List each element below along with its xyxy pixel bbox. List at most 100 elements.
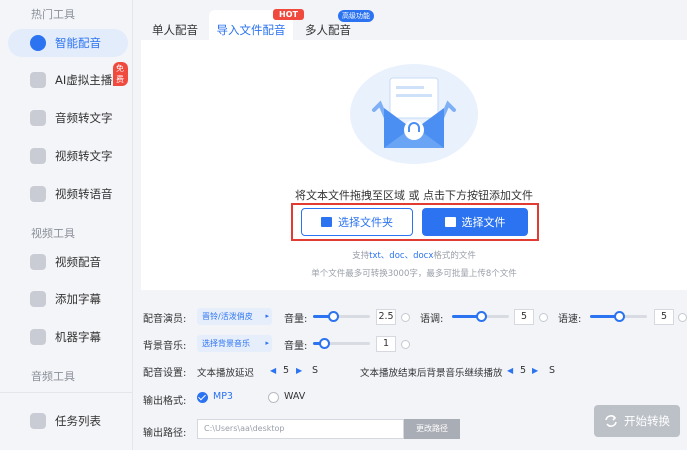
add-subtitle-icon — [30, 291, 46, 307]
choose-file-button[interactable]: 选择文件 — [422, 208, 528, 236]
volume-label: 音量: — [284, 314, 308, 325]
sidebar-item-smart-dubbing[interactable]: 智能配音 — [8, 29, 128, 57]
bgm-volume-value[interactable]: 1 — [376, 336, 396, 352]
machine-subtitle-icon — [30, 329, 46, 345]
volume-slider[interactable] — [313, 311, 370, 322]
sidebar: 热门工具 智能配音 AI虚拟主播 免费 音频转文字 视频转文字 视频转语音 视频… — [0, 0, 133, 450]
chevron-right-icon: ▸ — [265, 312, 269, 320]
sidebar-group-video: 视频工具 — [31, 227, 75, 240]
voice-actor-label: 配音演员: — [143, 314, 187, 325]
support-formats: txt、doc、docx — [369, 251, 434, 261]
speed-label: 语速: — [558, 314, 582, 325]
sidebar-item-task-list[interactable]: 任务列表 — [8, 407, 128, 435]
support-prefix: 支持 — [352, 251, 370, 261]
volume-reset-dot[interactable] — [401, 313, 410, 322]
sidebar-group-hot: 热门工具 — [31, 8, 75, 21]
sidebar-divider — [0, 392, 133, 393]
increase-icon[interactable]: ▶ — [532, 366, 538, 375]
speed-slider[interactable] — [590, 311, 647, 322]
sidebar-item-label: AI虚拟主播 — [55, 73, 113, 87]
sidebar-item-label: 任务列表 — [55, 414, 101, 428]
sidebar-item-label: 音频转文字 — [55, 111, 113, 125]
output-path-input[interactable]: C:\Users\aa\desktop — [197, 419, 404, 439]
speed-slider-knob[interactable] — [613, 311, 625, 322]
choose-file-label: 选择文件 — [461, 216, 506, 229]
text-delay-value: 5 — [283, 365, 290, 376]
format-mp3-radio[interactable] — [197, 392, 208, 403]
sidebar-item-add-subtitle[interactable]: 添加字幕 — [8, 285, 128, 313]
after-end-value: 5 — [520, 365, 527, 376]
pitch-value[interactable]: 5 — [514, 309, 534, 325]
pitch-slider-knob[interactable] — [475, 311, 487, 322]
text-delay-unit: S — [312, 365, 319, 376]
bgm-volume-label: 音量: — [284, 341, 308, 352]
pitch-label: 语调: — [420, 314, 444, 325]
smart-dubbing-icon — [30, 35, 46, 51]
voice-actor-value: 晋铃/活泼俏皮 — [202, 312, 253, 321]
tab-bar: 单人配音 导入文件配音 多人配音 HOT 高级功能 — [141, 9, 687, 44]
video-dubbing-icon — [30, 254, 46, 270]
tab-single-dubbing[interactable]: 单人配音 — [141, 10, 209, 44]
bgm-volume-reset-dot[interactable] — [401, 340, 410, 349]
dub-settings-label: 配音设置: — [143, 368, 187, 379]
sidebar-item-virtual-anchor[interactable]: AI虚拟主播 免费 — [8, 62, 128, 94]
video-to-speech-icon — [30, 186, 46, 202]
start-convert-button[interactable]: 开始转换 — [594, 405, 680, 437]
sidebar-item-label: 视频转语音 — [55, 187, 113, 201]
text-delay-label: 文本播放延迟 — [197, 368, 255, 379]
free-badge: 免费 — [113, 62, 128, 86]
video-to-text-icon — [30, 148, 46, 164]
drop-hint: 将文本文件拖拽至区域 或 点击下方按钮添加文件 — [295, 189, 533, 202]
envelope-upload-illustration — [350, 64, 478, 164]
sidebar-item-video-dubbing[interactable]: 视频配音 — [8, 248, 128, 276]
after-end-label: 文本播放结束后背景音乐继续播放 — [360, 368, 503, 379]
decrease-icon[interactable]: ◀ — [507, 366, 513, 375]
start-convert-label: 开始转换 — [624, 414, 670, 428]
supported-formats: 支持txt、doc、docx格式的文件 — [141, 249, 687, 261]
chevron-right-icon: ▸ — [265, 339, 269, 347]
audio-to-text-icon — [30, 110, 46, 126]
virtual-anchor-icon — [30, 72, 46, 88]
advanced-feature-badge: 高级功能 — [338, 10, 374, 22]
pitch-slider[interactable] — [452, 311, 509, 322]
volume-slider-knob[interactable] — [327, 311, 339, 322]
bgm-volume-slider[interactable] — [313, 338, 370, 349]
main-panel: 单人配音 导入文件配音 多人配音 HOT 高级功能 将文本文件拖拽至区域 或 点… — [141, 0, 687, 450]
increase-icon[interactable]: ▶ — [296, 366, 302, 375]
format-wav-radio[interactable] — [268, 392, 279, 403]
voice-actor-select[interactable]: 晋铃/活泼俏皮 ▸ — [197, 308, 272, 325]
file-limit-note: 单个文件最多可转换3000字，最多可批量上传8个文件 — [311, 269, 517, 279]
choose-folder-label: 选择文件夹 — [338, 216, 393, 229]
sidebar-item-label: 视频转文字 — [55, 149, 113, 163]
folder-icon — [321, 217, 332, 227]
decrease-icon[interactable]: ◀ — [270, 366, 276, 375]
sidebar-item-label: 智能配音 — [55, 36, 101, 50]
support-suffix: 格式的文件 — [433, 251, 476, 261]
sidebar-item-machine-subtitle[interactable]: 机器字幕 — [8, 323, 128, 351]
volume-value[interactable]: 2.5 — [376, 309, 396, 325]
convert-icon — [605, 415, 617, 427]
sidebar-item-label: 添加字幕 — [55, 292, 101, 306]
hot-badge: HOT — [273, 9, 304, 20]
sidebar-item-label: 视频配音 — [55, 255, 101, 269]
choose-folder-button[interactable]: 选择文件夹 — [301, 208, 413, 236]
sidebar-item-video-to-text[interactable]: 视频转文字 — [8, 142, 128, 170]
output-format-label: 输出格式: — [143, 396, 187, 407]
speed-value[interactable]: 5 — [654, 309, 674, 325]
upload-area[interactable]: 将文本文件拖拽至区域 或 点击下方按钮添加文件 选择文件夹 选择文件 支持txt… — [141, 40, 687, 290]
bgm-select[interactable]: 选择背景音乐 ▸ — [197, 335, 272, 352]
bgm-value: 选择背景音乐 — [202, 339, 250, 348]
speed-reset-dot[interactable] — [678, 313, 687, 322]
pitch-reset-dot[interactable] — [539, 313, 548, 322]
sidebar-item-audio-to-text[interactable]: 音频转文字 — [8, 104, 128, 132]
bgm-label: 背景音乐: — [143, 341, 187, 352]
format-mp3-label[interactable]: MP3 — [213, 391, 233, 402]
sidebar-group-audio: 音频工具 — [31, 370, 75, 383]
change-path-button[interactable]: 更改路径 — [404, 419, 460, 439]
sidebar-item-label: 机器字幕 — [55, 330, 101, 344]
output-path-label: 输出路径: — [143, 428, 187, 439]
after-end-unit: S — [549, 365, 556, 376]
format-wav-label[interactable]: WAV — [284, 391, 305, 402]
file-icon — [444, 217, 456, 227]
sidebar-item-video-to-speech[interactable]: 视频转语音 — [8, 180, 128, 208]
